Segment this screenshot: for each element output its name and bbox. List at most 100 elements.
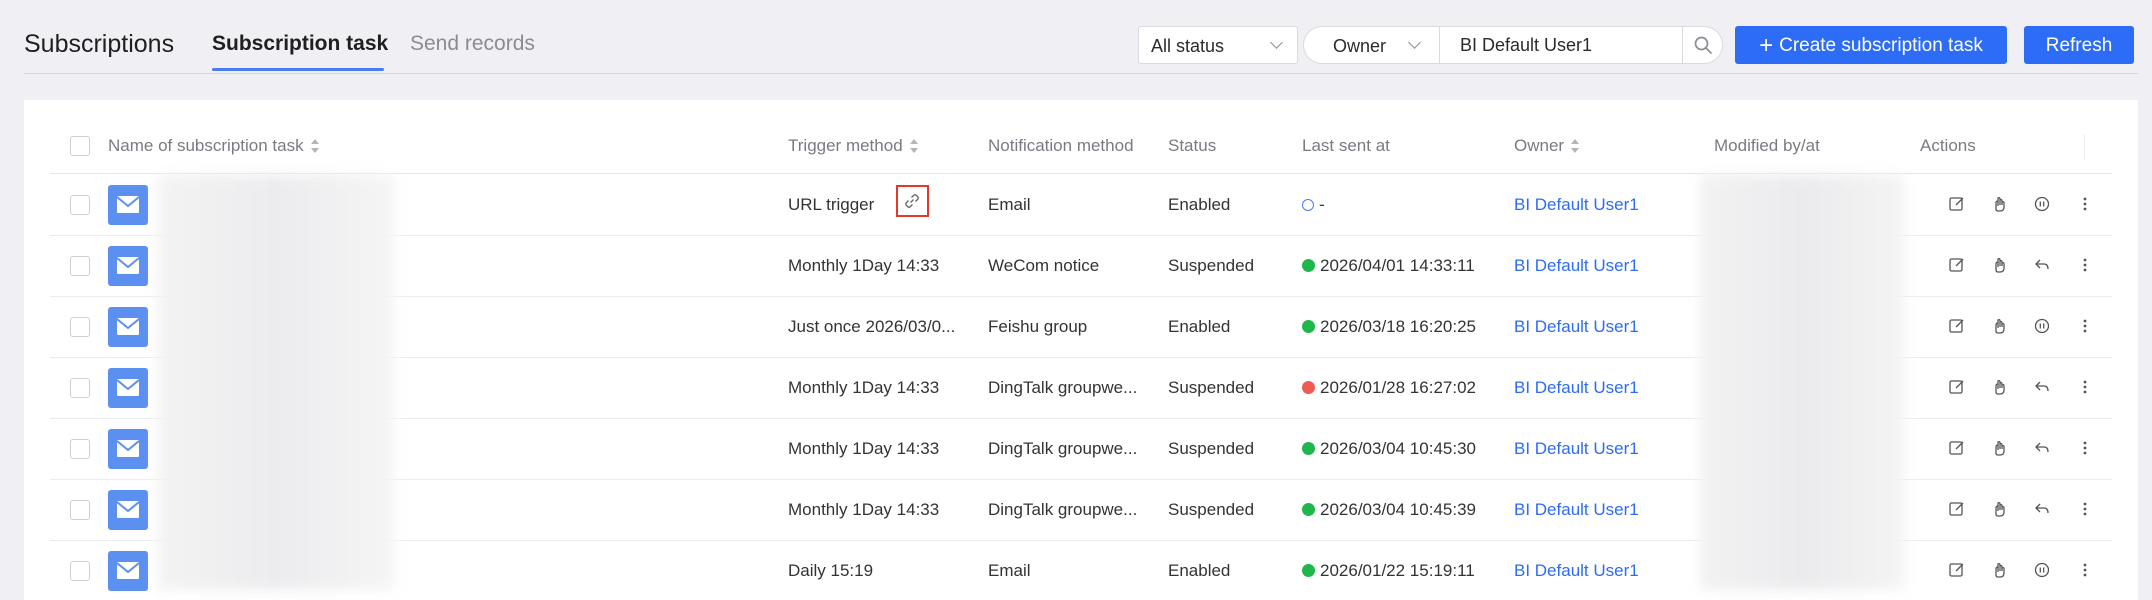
- more-vertical-icon: [2076, 563, 2094, 583]
- column-header-owner[interactable]: Owner: [1514, 136, 1580, 156]
- more-vertical-icon: [2076, 380, 2094, 400]
- success-icon: [1302, 442, 1315, 455]
- pause-button[interactable]: [2033, 195, 2053, 215]
- owner-link[interactable]: BI Default User1: [1514, 439, 1639, 459]
- last-sent-text: 2026/03/04 10:45:39: [1320, 500, 1476, 519]
- notification-method-cell: Email: [988, 561, 1031, 580]
- pause-button[interactable]: [2033, 317, 2053, 337]
- edit-icon: [1948, 441, 1966, 461]
- last-sent-cell: -: [1302, 195, 1325, 215]
- notification-method-cell: DingTalk groupwe...: [988, 439, 1138, 458]
- more-actions-button[interactable]: [2076, 561, 2096, 581]
- hand-pointer-icon: [1990, 319, 2008, 339]
- send-now-button[interactable]: [1990, 317, 2010, 337]
- notification-method-cell: Email: [988, 195, 1031, 214]
- notification-method-cell: DingTalk groupwe...: [988, 378, 1138, 397]
- column-header-name[interactable]: Name of subscription task: [108, 136, 320, 156]
- last-sent-cell: 2026/03/04 10:45:30: [1302, 439, 1476, 459]
- notification-method-cell: WeCom notice: [988, 256, 1100, 275]
- resume-button[interactable]: [2033, 256, 2053, 276]
- pause-icon: [2033, 318, 2051, 339]
- refresh-button[interactable]: Refresh: [2024, 26, 2134, 64]
- resume-icon: [2033, 259, 2051, 278]
- last-sent-cell: 2026/01/28 16:27:02: [1302, 378, 1476, 398]
- hand-pointer-icon: [1990, 441, 2008, 461]
- sort-icon: [909, 139, 918, 153]
- more-actions-button[interactable]: [2076, 195, 2096, 215]
- status-cell: Suspended: [1168, 256, 1255, 275]
- mail-icon: [108, 307, 148, 347]
- trigger-method-cell: URL trigger: [788, 195, 874, 215]
- edit-button[interactable]: [1948, 500, 1968, 520]
- owner-search-group: Owner: [1303, 26, 1723, 64]
- row-checkbox[interactable]: [70, 195, 90, 215]
- more-actions-button[interactable]: [2076, 378, 2096, 398]
- send-now-button[interactable]: [1990, 256, 2010, 276]
- mail-icon: [108, 368, 148, 408]
- trigger-method-text: Just once 2026/03/0...: [788, 317, 956, 336]
- owner-link[interactable]: BI Default User1: [1514, 561, 1639, 581]
- pause-button[interactable]: [2033, 561, 2053, 581]
- last-sent-text: 2026/01/22 15:19:11: [1320, 561, 1475, 580]
- resume-button[interactable]: [2033, 378, 2053, 398]
- owner-search-input[interactable]: [1442, 27, 1674, 63]
- owner-link[interactable]: BI Default User1: [1514, 378, 1639, 398]
- page-header: Subscriptions Subscription task Send rec…: [0, 0, 2152, 74]
- edit-button[interactable]: [1948, 195, 1968, 215]
- send-now-button[interactable]: [1990, 195, 2010, 215]
- edit-button[interactable]: [1948, 317, 1968, 337]
- resume-button[interactable]: [2033, 500, 2053, 520]
- more-actions-button[interactable]: [2076, 439, 2096, 459]
- more-actions-button[interactable]: [2076, 256, 2096, 276]
- row-checkbox[interactable]: [70, 439, 90, 459]
- owner-link[interactable]: BI Default User1: [1514, 195, 1639, 215]
- resume-icon: [2033, 503, 2051, 522]
- edit-icon: [1948, 319, 1966, 339]
- send-now-button[interactable]: [1990, 561, 2010, 581]
- edit-button[interactable]: [1948, 439, 1968, 459]
- edit-icon: [1948, 502, 1966, 522]
- edit-button[interactable]: [1948, 256, 1968, 276]
- edit-button[interactable]: [1948, 561, 1968, 581]
- column-header-owner-label: Owner: [1514, 136, 1565, 155]
- status-filter-select[interactable]: All status: [1138, 26, 1298, 64]
- column-header-trigger[interactable]: Trigger method: [788, 136, 919, 156]
- send-now-button[interactable]: [1990, 439, 2010, 459]
- edit-icon: [1948, 258, 1966, 278]
- send-now-button[interactable]: [1990, 378, 2010, 398]
- last-sent-cell: 2026/03/18 16:20:25: [1302, 317, 1476, 337]
- search-button[interactable]: [1682, 27, 1722, 63]
- more-actions-button[interactable]: [2076, 500, 2096, 520]
- sort-icon: [1571, 139, 1580, 153]
- edit-icon: [1948, 197, 1966, 217]
- table-header: Name of subscription task Trigger method…: [50, 120, 2112, 174]
- row-checkbox[interactable]: [70, 378, 90, 398]
- column-header-modified: Modified by/at: [1714, 136, 1820, 155]
- select-all-checkbox[interactable]: [70, 136, 90, 156]
- owner-link[interactable]: BI Default User1: [1514, 500, 1639, 520]
- row-checkbox[interactable]: [70, 256, 90, 276]
- owner-link[interactable]: BI Default User1: [1514, 256, 1639, 276]
- resume-button[interactable]: [2033, 439, 2053, 459]
- row-checkbox[interactable]: [70, 561, 90, 581]
- edit-button[interactable]: [1948, 378, 1968, 398]
- last-sent-cell: 2026/03/04 10:45:39: [1302, 500, 1476, 520]
- trigger-method-cell: Monthly 1Day 14:33: [788, 378, 939, 398]
- tab-send-records[interactable]: Send records: [410, 32, 535, 56]
- column-header-actions: Actions: [1920, 136, 1976, 155]
- column-header-status: Status: [1168, 136, 1217, 155]
- more-actions-button[interactable]: [2076, 317, 2096, 337]
- owner-link[interactable]: BI Default User1: [1514, 317, 1639, 337]
- create-subscription-task-button[interactable]: + Create subscription task: [1735, 26, 2007, 64]
- row-checkbox[interactable]: [70, 500, 90, 520]
- owner-field-select[interactable]: Owner: [1304, 27, 1440, 63]
- last-sent-text: 2026/04/01 14:33:11: [1320, 256, 1475, 275]
- edit-icon: [1948, 380, 1966, 400]
- trigger-method-cell: Monthly 1Day 14:33: [788, 256, 939, 276]
- copy-link-button[interactable]: [896, 185, 929, 217]
- send-now-button[interactable]: [1990, 500, 2010, 520]
- row-checkbox[interactable]: [70, 317, 90, 337]
- tab-subscription-task[interactable]: Subscription task: [212, 32, 388, 56]
- more-vertical-icon: [2076, 258, 2094, 278]
- trigger-method-text: Monthly 1Day 14:33: [788, 500, 940, 519]
